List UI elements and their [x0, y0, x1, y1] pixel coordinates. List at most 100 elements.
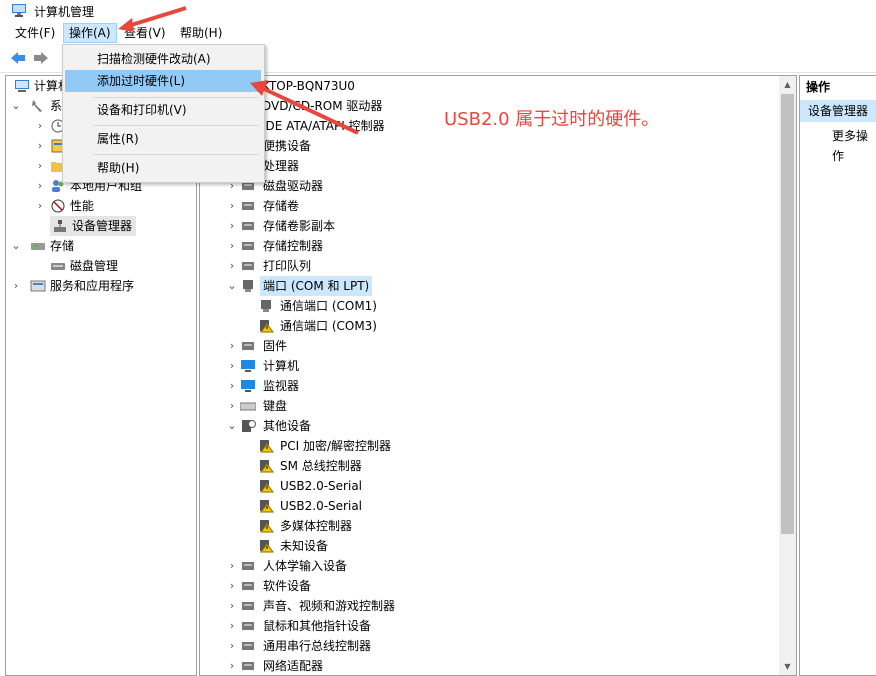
speaker-icon	[240, 596, 256, 616]
scroll-thumb[interactable]	[781, 94, 794, 534]
back-arrow-icon[interactable]	[9, 50, 27, 66]
tree-item-device-manager[interactable]: 设备管理器	[50, 216, 136, 236]
storage-icon	[31, 243, 45, 250]
device-category[interactable]: › 网络适配器	[200, 656, 770, 676]
expand-chevron-icon[interactable]: ›	[226, 376, 238, 396]
expand-chevron-icon[interactable]: ›	[226, 616, 238, 636]
tools-icon	[32, 100, 42, 112]
scroll-up-icon[interactable]: ▲	[779, 76, 796, 93]
menu-item-properties[interactable]: 属性(R)	[65, 128, 261, 150]
device-item[interactable]: PCI 加密/解密控制器	[200, 436, 770, 456]
expand-chevron-icon[interactable]: ›	[226, 576, 238, 596]
menu-item-help[interactable]: 帮助(H)	[65, 157, 261, 179]
expand-chevron-icon[interactable]: ›	[34, 196, 46, 216]
device-category[interactable]: › 计算机	[200, 356, 770, 376]
hid-icon	[240, 556, 256, 576]
warning-device-icon	[258, 536, 274, 556]
collapse-chevron-icon[interactable]: ⌄	[10, 236, 22, 256]
unknown-device-icon	[240, 416, 256, 436]
volume-icon	[240, 196, 256, 216]
device-category[interactable]: › 存储卷	[200, 196, 770, 216]
device-category[interactable]: › 固件	[200, 336, 770, 356]
device-category[interactable]: › 存储卷影副本	[200, 216, 770, 236]
device-item[interactable]: 通信端口 (COM1)	[200, 296, 770, 316]
forward-arrow-icon[interactable]	[32, 50, 50, 66]
device-item[interactable]: 多媒体控制器	[200, 516, 770, 536]
tree-item-storage[interactable]: ⌄ 存储	[10, 236, 196, 256]
device-category[interactable]: › 鼠标和其他指针设备	[200, 616, 770, 636]
expand-chevron-icon[interactable]: ›	[34, 156, 46, 176]
tree-item-performance[interactable]: › 性能	[10, 196, 196, 216]
expand-chevron-icon[interactable]: ›	[226, 216, 238, 236]
expand-chevron-icon[interactable]: ›	[226, 356, 238, 376]
actions-device-manager[interactable]: 设备管理器	[800, 100, 876, 122]
warning-device-icon	[258, 516, 274, 536]
usb-serial-warning-icon	[258, 476, 274, 496]
collapse-chevron-icon[interactable]: ⌄	[226, 276, 238, 296]
device-category[interactable]: › 通用串行总线控制器	[200, 636, 770, 656]
actions-pane: 操作 设备管理器 更多操作	[799, 75, 876, 676]
device-category[interactable]: ›处理器	[200, 156, 770, 176]
device-tree-pane: KTOP-BQN73U0 DVD/CD-ROM 驱动器 IDE ATA/ATAPI …	[199, 75, 797, 676]
expand-chevron-icon[interactable]: ›	[226, 656, 238, 676]
device-item[interactable]: USB2.0-Serial	[200, 476, 770, 496]
device-tree-root[interactable]: KTOP-BQN73U0	[200, 76, 770, 96]
tree-item-label: 存储	[50, 239, 75, 253]
usb-icon	[240, 636, 256, 656]
expand-chevron-icon[interactable]: ›	[226, 236, 238, 256]
device-category[interactable]: › 监视器	[200, 376, 770, 396]
device-category[interactable]: › 键盘	[200, 396, 770, 416]
menu-item-scan-hardware[interactable]: 扫描检测硬件改动(A)	[65, 48, 261, 70]
device-category[interactable]: › 人体学输入设备	[200, 556, 770, 576]
firmware-icon	[240, 336, 256, 356]
expand-chevron-icon[interactable]: ›	[34, 116, 46, 136]
device-category-other[interactable]: ⌄ 其他设备	[200, 416, 770, 436]
expand-chevron-icon[interactable]: ›	[10, 276, 22, 296]
expand-chevron-icon[interactable]: ›	[34, 136, 46, 156]
tree-item-disk-management[interactable]: 磁盘管理	[10, 256, 196, 276]
expand-chevron-icon[interactable]: ›	[226, 256, 238, 276]
collapse-chevron-icon[interactable]: ⌄	[226, 416, 238, 436]
device-item[interactable]: SM 总线控制器	[200, 456, 770, 476]
more-actions-link[interactable]: 更多操作	[832, 126, 876, 163]
expand-chevron-icon[interactable]: ›	[226, 556, 238, 576]
warning-device-icon	[258, 436, 274, 456]
device-category[interactable]: › 软件设备	[200, 576, 770, 596]
menu-separator	[93, 154, 259, 155]
menu-action[interactable]: 操作(A)	[63, 23, 117, 43]
tree-item-services[interactable]: › 服务和应用程序	[10, 276, 196, 296]
menu-help[interactable]: 帮助(H)	[175, 24, 227, 42]
expand-chevron-icon[interactable]: ›	[226, 396, 238, 416]
expand-chevron-icon[interactable]: ›	[226, 596, 238, 616]
device-category[interactable]: › 声音、视频和游戏控制器	[200, 596, 770, 616]
menu-bar: 文件(F) 操作(A) 查看(V) 帮助(H)	[0, 22, 876, 44]
device-item[interactable]: 未知设备	[200, 536, 770, 556]
device-category[interactable]: › 打印队列	[200, 256, 770, 276]
monitor-icon	[240, 376, 256, 396]
window-title: 计算机管理	[34, 5, 95, 19]
expand-chevron-icon[interactable]: ›	[226, 336, 238, 356]
device-category-ports[interactable]: ⌄ 端口 (COM 和 LPT)	[200, 276, 770, 296]
expand-chevron-icon[interactable]: ›	[34, 176, 46, 196]
device-manager-icon	[54, 220, 66, 232]
expand-chevron-icon[interactable]: ›	[226, 196, 238, 216]
menu-item-devices-printers[interactable]: 设备和打印机(V)	[65, 99, 261, 121]
usb-serial-warning-icon	[258, 496, 274, 516]
annotation-text: USB2.0 属于过时的硬件。	[444, 109, 660, 130]
menu-file[interactable]: 文件(F)	[10, 24, 60, 42]
device-category[interactable]: › 磁盘驱动器	[200, 176, 770, 196]
tree-item-label: 设备管理器	[72, 219, 133, 233]
performance-icon	[51, 199, 65, 213]
expand-chevron-icon[interactable]: ›	[226, 636, 238, 656]
collapse-chevron-icon[interactable]: ⌄	[10, 96, 22, 116]
printer-icon	[240, 256, 256, 276]
device-item[interactable]: 通信端口 (COM3)	[200, 316, 770, 336]
menu-view[interactable]: 查看(V)	[119, 24, 171, 42]
device-category[interactable]: › 存储控制器	[200, 236, 770, 256]
warning-device-icon	[258, 456, 274, 476]
device-item[interactable]: USB2.0-Serial	[200, 496, 770, 516]
scroll-down-icon[interactable]: ▼	[779, 658, 796, 675]
vertical-scrollbar[interactable]: ▲ ▼	[779, 76, 796, 675]
device-category[interactable]: ›便携设备	[200, 136, 770, 156]
menu-item-add-legacy-hardware[interactable]: 添加过时硬件(L)	[65, 70, 261, 92]
